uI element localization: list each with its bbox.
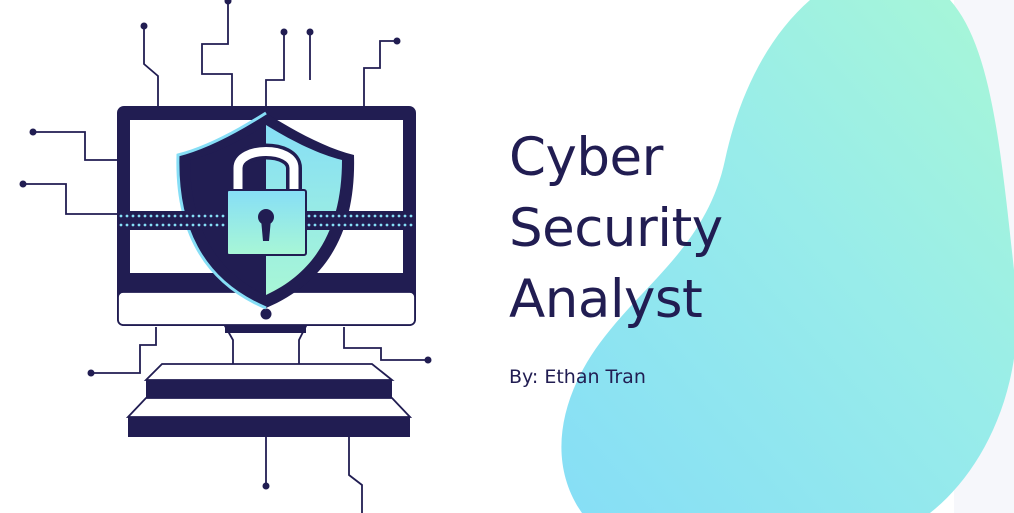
- author-byline: By: Ethan Tran: [509, 366, 646, 388]
- title-slide: Cyber Security Analyst By: Ethan Tran: [0, 0, 1014, 513]
- title-line-2: Security: [509, 198, 723, 259]
- security-monitor-illustration: [19, 0, 432, 513]
- title-line-3: Analyst: [509, 269, 703, 330]
- slide-title: Cyber Security Analyst: [509, 122, 839, 335]
- title-line-1: Cyber: [509, 127, 663, 188]
